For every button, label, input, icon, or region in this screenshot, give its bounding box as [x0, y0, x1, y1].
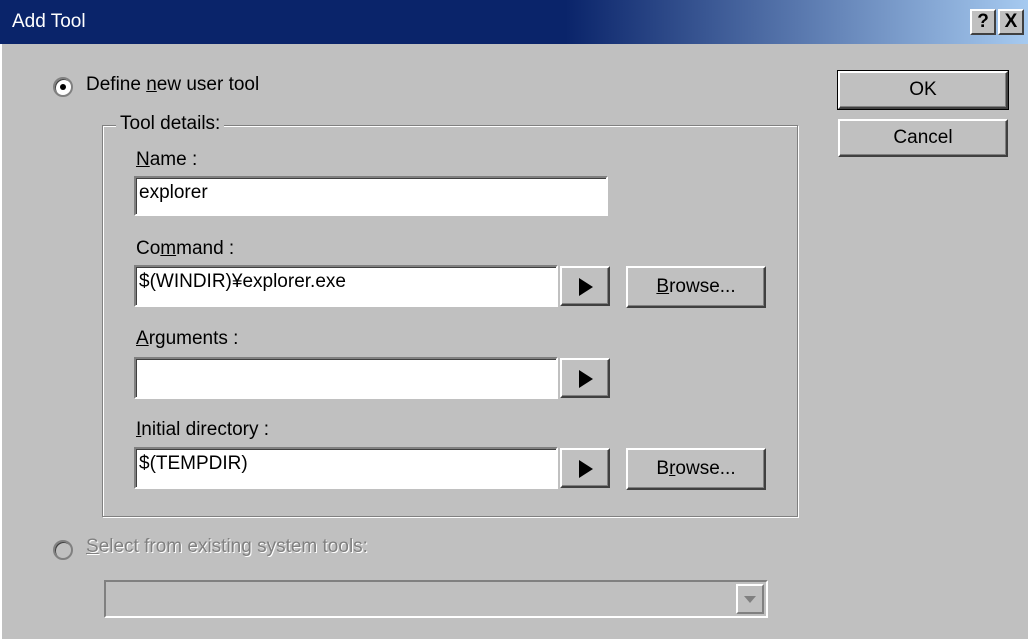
- arguments-macro-button[interactable]: [560, 358, 610, 398]
- select-existing-radio[interactable]: [53, 540, 73, 560]
- command-macro-button[interactable]: [560, 266, 610, 306]
- define-new-radio[interactable]: [53, 77, 73, 97]
- ok-button[interactable]: OK: [837, 70, 1009, 110]
- arguments-input[interactable]: [134, 357, 558, 399]
- name-input[interactable]: explorer: [134, 176, 608, 216]
- initial-directory-label: Initial directory :: [136, 419, 270, 440]
- chevron-down-icon: [744, 596, 756, 603]
- command-label: Command :: [136, 238, 235, 259]
- combo-dropdown-button[interactable]: [736, 584, 764, 614]
- close-button[interactable]: X: [998, 9, 1024, 35]
- arguments-label: Arguments :: [136, 328, 239, 349]
- title-bar: Add Tool ? X: [0, 0, 1028, 44]
- system-tools-combo[interactable]: [104, 580, 768, 618]
- initial-directory-browse-button[interactable]: Browse...: [626, 448, 766, 490]
- tool-details-legend: Tool details:: [116, 113, 225, 135]
- right-triangle-icon: [579, 370, 593, 388]
- right-triangle-icon: [579, 460, 593, 478]
- initial-directory-macro-button[interactable]: [560, 448, 610, 488]
- help-button[interactable]: ?: [970, 9, 996, 35]
- command-browse-button[interactable]: Browse...: [626, 266, 766, 308]
- define-new-label[interactable]: Define new user tool: [86, 74, 259, 96]
- command-input[interactable]: $(WINDIR)¥explorer.exe: [134, 265, 558, 307]
- initial-directory-input[interactable]: $(TEMPDIR): [134, 447, 558, 489]
- window-title: Add Tool: [12, 11, 86, 32]
- name-label: Name :: [136, 149, 198, 170]
- select-existing-label[interactable]: Select from existing system tools:: [86, 536, 368, 558]
- cancel-button[interactable]: Cancel: [838, 119, 1008, 157]
- right-triangle-icon: [579, 278, 593, 296]
